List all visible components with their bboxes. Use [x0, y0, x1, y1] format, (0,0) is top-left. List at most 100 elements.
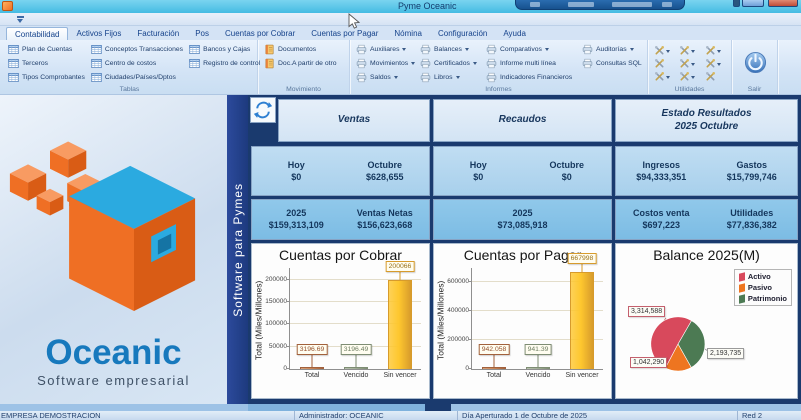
- quick-access-toolbar: [0, 13, 801, 26]
- btn-label: Doc.A partir de otro: [278, 60, 337, 67]
- legend-label: Activo: [748, 272, 771, 281]
- btn-terceros[interactable]: Terceros: [6, 57, 87, 69]
- power-icon[interactable]: [744, 49, 767, 76]
- btn-utility-5[interactable]: [679, 58, 701, 69]
- titlebar-quick-toolbar: [515, 0, 685, 10]
- printer-icon: [420, 44, 431, 55]
- app-logo-icon[interactable]: [2, 1, 13, 11]
- vertical-banner-text: Software para Pymes: [231, 183, 245, 317]
- btn-utility-9[interactable]: [705, 71, 727, 82]
- window-frame-strip: [0, 404, 801, 411]
- btn-plan-de-cuentas[interactable]: Plan de Cuentas: [6, 43, 87, 55]
- ribbon-group-movimiento: Documentos Doc.A partir de otro Movimien…: [258, 40, 350, 94]
- pie-label-patrimonio: 2,193,735: [707, 348, 744, 359]
- group-label-movimiento: Movimiento: [258, 86, 349, 93]
- legend-marker-patrimonio: [739, 294, 745, 303]
- customize-toolbar-icon[interactable]: [16, 16, 25, 23]
- brand-tagline: Software empresarial: [0, 373, 227, 388]
- stat-value: $159,313,109: [269, 220, 324, 231]
- document-icon: [264, 58, 275, 69]
- btn-movimientos[interactable]: Movimientos: [354, 57, 416, 69]
- btn-tipos-comprobantes[interactable]: Tipos Comprobantes: [6, 71, 87, 83]
- chevron-down-icon: [666, 76, 670, 81]
- tab-pos[interactable]: Pos: [187, 27, 217, 40]
- chevron-down-icon: [691, 50, 695, 55]
- tab-facturacion[interactable]: Facturación: [129, 27, 187, 40]
- ribbon-group-salir: Salir: [732, 40, 778, 94]
- tab-nomina[interactable]: Nómina: [386, 27, 430, 40]
- refresh-button[interactable]: [250, 97, 276, 123]
- stat-value: $73,085,918: [497, 220, 547, 231]
- tab-configuracion[interactable]: Configuración: [430, 27, 495, 40]
- chevron-down-icon: [717, 50, 721, 55]
- btn-indicadores-financieros[interactable]: Indicadores Financieros: [484, 71, 578, 83]
- panel-subtitle: 2025 Octubre: [675, 121, 738, 134]
- btn-label: Libros: [434, 74, 453, 81]
- btn-documentos[interactable]: Documentos: [262, 43, 347, 55]
- close-button[interactable]: [768, 0, 798, 7]
- tab-contabilidad[interactable]: Contabilidad: [6, 27, 68, 40]
- btn-ciudades-paises-dptos[interactable]: Ciudades/Países/Dptos: [89, 71, 185, 83]
- btn-utility-6[interactable]: [705, 58, 727, 69]
- legend-marker-pasivo: [739, 283, 745, 292]
- btn-balances[interactable]: Balances: [418, 43, 482, 55]
- document-icon: [264, 44, 275, 55]
- btn-label: Informe multi línea: [500, 60, 556, 67]
- vertical-banner: Software para Pymes: [227, 95, 248, 404]
- btn-comparativos[interactable]: Comparativos: [484, 43, 578, 55]
- chevron-down-icon: [545, 48, 549, 53]
- x-tick-label: Vencido: [344, 372, 369, 379]
- group-label-utilidades: Utilidades: [648, 86, 731, 93]
- oceanic-logo: [8, 103, 218, 328]
- tab-cuentas-por-pagar[interactable]: Cuentas por Pagar: [303, 27, 386, 40]
- btn-conceptos-transacciones[interactable]: Conceptos Transacciones: [89, 43, 185, 55]
- tab-activos-fijos[interactable]: Activos Fijos: [68, 27, 129, 40]
- btn-registro-de-control[interactable]: Registro de control: [187, 57, 262, 69]
- btn-utility-3[interactable]: [705, 45, 727, 56]
- bar-plot: 0200000400000600000Total942.058Vencido94…: [471, 268, 603, 370]
- btn-libros[interactable]: Libros: [418, 71, 482, 83]
- btn-centro-de-costos[interactable]: Centro de costos: [89, 57, 185, 69]
- btn-label: Auditorías: [596, 46, 627, 53]
- chart-cuentas-por-pagar: Cuentas por Pagar Total (Miles/Millones)…: [433, 243, 612, 399]
- status-company: EMPRESA DEMOSTRACION: [0, 411, 295, 420]
- stat-value: $0: [562, 172, 572, 183]
- btn-saldos[interactable]: Saldos: [354, 71, 416, 83]
- stat-value: $628,655: [366, 172, 404, 183]
- btn-doc-a-partir-de-otro[interactable]: Doc.A partir de otro: [262, 57, 347, 69]
- tab-ayuda[interactable]: Ayuda: [495, 27, 534, 40]
- btn-informe-multi-linea[interactable]: Informe multi línea: [484, 57, 578, 69]
- btn-consultas-sql[interactable]: Consultas SQL: [580, 57, 644, 69]
- btn-utility-1[interactable]: [654, 45, 676, 56]
- btn-label: Bancos y Cajas: [203, 46, 250, 53]
- main-area: Oceanic Software empresarial Software pa…: [0, 95, 801, 404]
- stat-label: Ingresos: [642, 160, 680, 171]
- recaudos-row-current: Hoy$0 Octubre$0: [433, 146, 612, 196]
- btn-label: Documentos: [278, 46, 316, 53]
- btn-utility-8[interactable]: [679, 71, 701, 82]
- table-grid-icon: [8, 72, 19, 83]
- pie-chart: [616, 244, 799, 400]
- tab-cuentas-por-cobrar[interactable]: Cuentas por Cobrar: [217, 27, 303, 40]
- table-grid-icon: [189, 58, 200, 69]
- btn-label: Indicadores Financieros: [500, 74, 572, 81]
- btn-auditorias[interactable]: Auditorías: [580, 43, 644, 55]
- btn-utility-2[interactable]: [679, 45, 701, 56]
- window-title: Pyme Oceanic: [398, 1, 457, 11]
- printer-icon: [356, 58, 367, 69]
- btn-label: Certificados: [434, 60, 470, 67]
- chevron-down-icon: [666, 50, 670, 55]
- tools-icon: [679, 58, 690, 69]
- window-frame-stub: [733, 0, 740, 7]
- stat-value: $0: [473, 172, 483, 183]
- btn-certificados[interactable]: Certificados: [418, 57, 482, 69]
- minimize-button[interactable]: [742, 0, 764, 7]
- btn-utility-7[interactable]: [654, 71, 676, 82]
- btn-bancos-y-cajas[interactable]: Bancos y Cajas: [187, 43, 262, 55]
- tools-icon: [705, 45, 716, 56]
- stat-label: Gastos: [736, 160, 767, 171]
- btn-utility-4[interactable]: [654, 58, 676, 69]
- chart-balance: Balance 2025(M) 3,314,588 1,042,290 2,19…: [615, 243, 798, 399]
- btn-auxiliares[interactable]: Auxiliares: [354, 43, 416, 55]
- pie-label-activo: 3,314,588: [628, 306, 665, 317]
